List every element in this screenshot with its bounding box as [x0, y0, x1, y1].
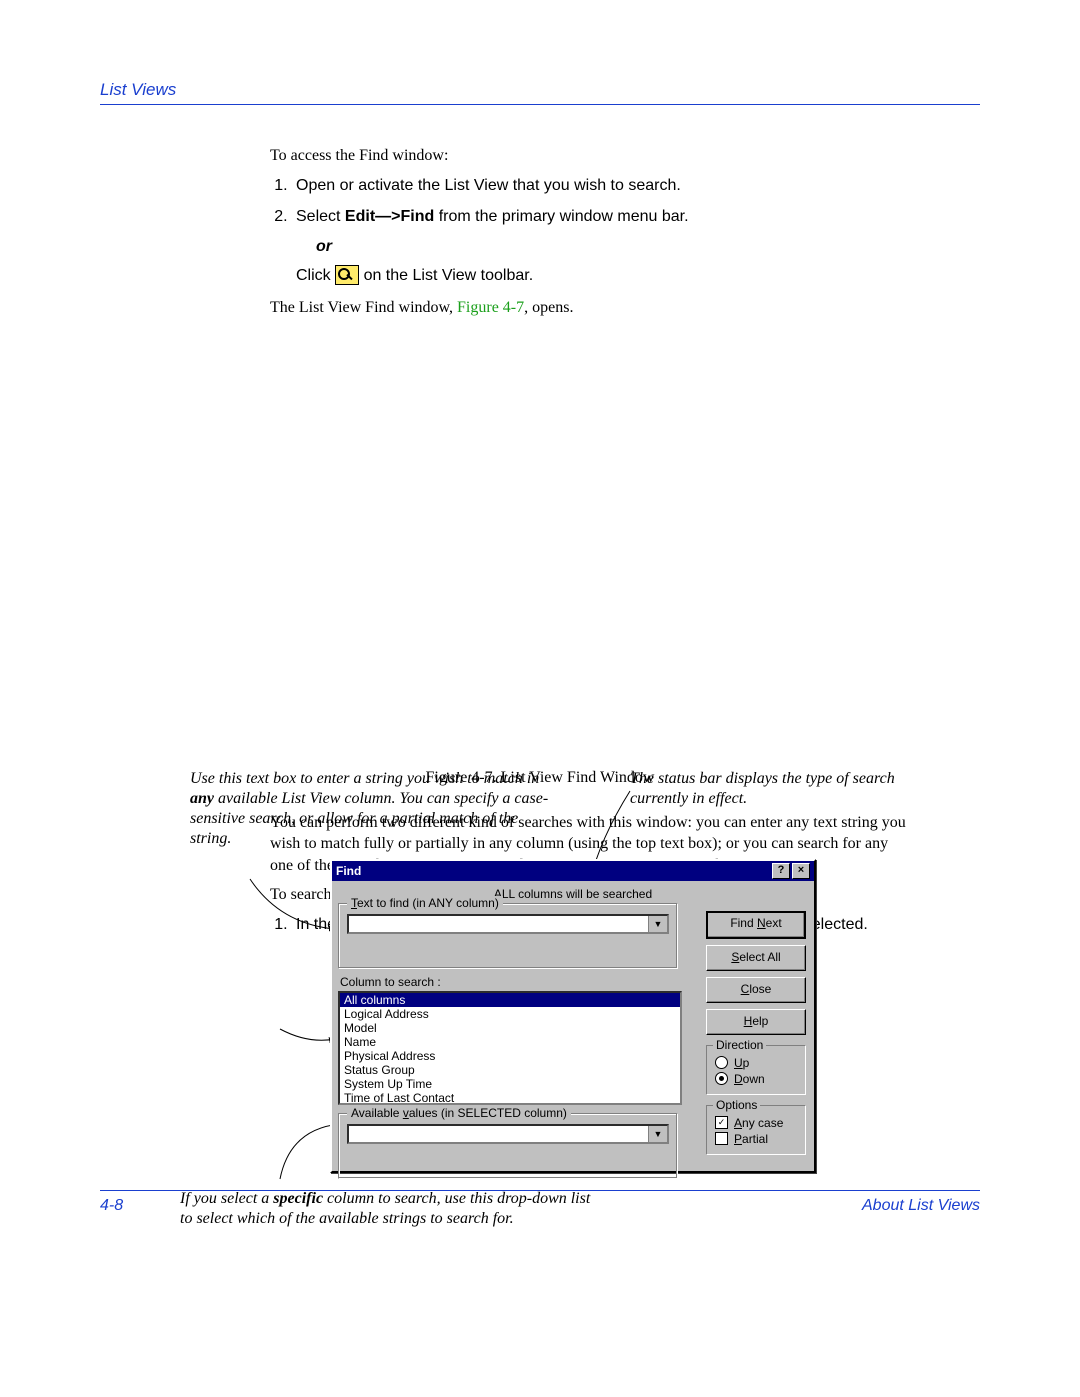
list-item[interactable]: Status Group: [340, 1063, 680, 1077]
chevron-down-icon[interactable]: [648, 916, 667, 932]
find-next-button[interactable]: Find Next: [706, 911, 806, 939]
group-text-legend: Text to find (in ANY column): [347, 896, 503, 910]
list-item[interactable]: Physical Address: [340, 1049, 680, 1063]
running-header: List Views: [100, 80, 980, 104]
chevron-down-icon[interactable]: [648, 1126, 667, 1142]
list-item[interactable]: All columns: [340, 993, 680, 1007]
column-to-search-label: Column to search :: [340, 975, 678, 989]
titlebar: Find ? ×: [332, 861, 814, 881]
options-group: Options ✓Any case Partial: [706, 1105, 806, 1155]
step-2: Select Edit—>Find from the primary windo…: [292, 206, 910, 287]
group-available-legend: Available values (in SELECTED column): [347, 1106, 571, 1120]
check-anycase[interactable]: ✓Any case: [715, 1116, 797, 1130]
select-all-button[interactable]: Select All: [706, 945, 806, 971]
intro-access: To access the Find window:: [270, 145, 910, 167]
help-button[interactable]: Help: [706, 1009, 806, 1035]
find-window: Find ? × ALL columns will be searched Te…: [330, 859, 816, 1173]
or-label: or: [316, 236, 910, 258]
page-number: 4-8: [100, 1197, 123, 1215]
window-title: Find: [336, 864, 361, 878]
text-to-find-input[interactable]: [347, 914, 669, 934]
close-icon[interactable]: ×: [792, 863, 810, 879]
direction-group: Direction Up Down: [706, 1045, 806, 1095]
page-footer: 4-8 About List Views: [100, 1190, 980, 1215]
help-button-icon[interactable]: ?: [772, 863, 790, 879]
close-button[interactable]: Close: [706, 977, 806, 1003]
callout-statusbar: The status bar displays the type of sear…: [630, 769, 920, 809]
list-item[interactable]: Logical Address: [340, 1007, 680, 1021]
available-values-combo[interactable]: [347, 1124, 669, 1144]
callout-textbox: Use this text box to enter a string you …: [190, 769, 560, 849]
header-rule: [100, 104, 980, 105]
opens-line: The List View Find window, Figure 4-7, o…: [270, 297, 910, 319]
list-item[interactable]: Name: [340, 1035, 680, 1049]
list-item[interactable]: Model: [340, 1021, 680, 1035]
list-item[interactable]: Time of Last Contact: [340, 1091, 680, 1105]
figure-4-7: Use this text box to enter a string you …: [130, 769, 950, 787]
radio-up[interactable]: Up: [715, 1056, 797, 1070]
figure-ref-link[interactable]: Figure 4-7: [457, 299, 524, 316]
check-partial[interactable]: Partial: [715, 1132, 797, 1146]
radio-down[interactable]: Down: [715, 1072, 797, 1086]
column-listbox[interactable]: All columns Logical Address Model Name P…: [338, 991, 682, 1105]
section-title: About List Views: [862, 1197, 980, 1215]
find-icon: [335, 265, 359, 285]
list-item[interactable]: System Up Time: [340, 1077, 680, 1091]
step-1: Open or activate the List View that you …: [292, 175, 910, 197]
